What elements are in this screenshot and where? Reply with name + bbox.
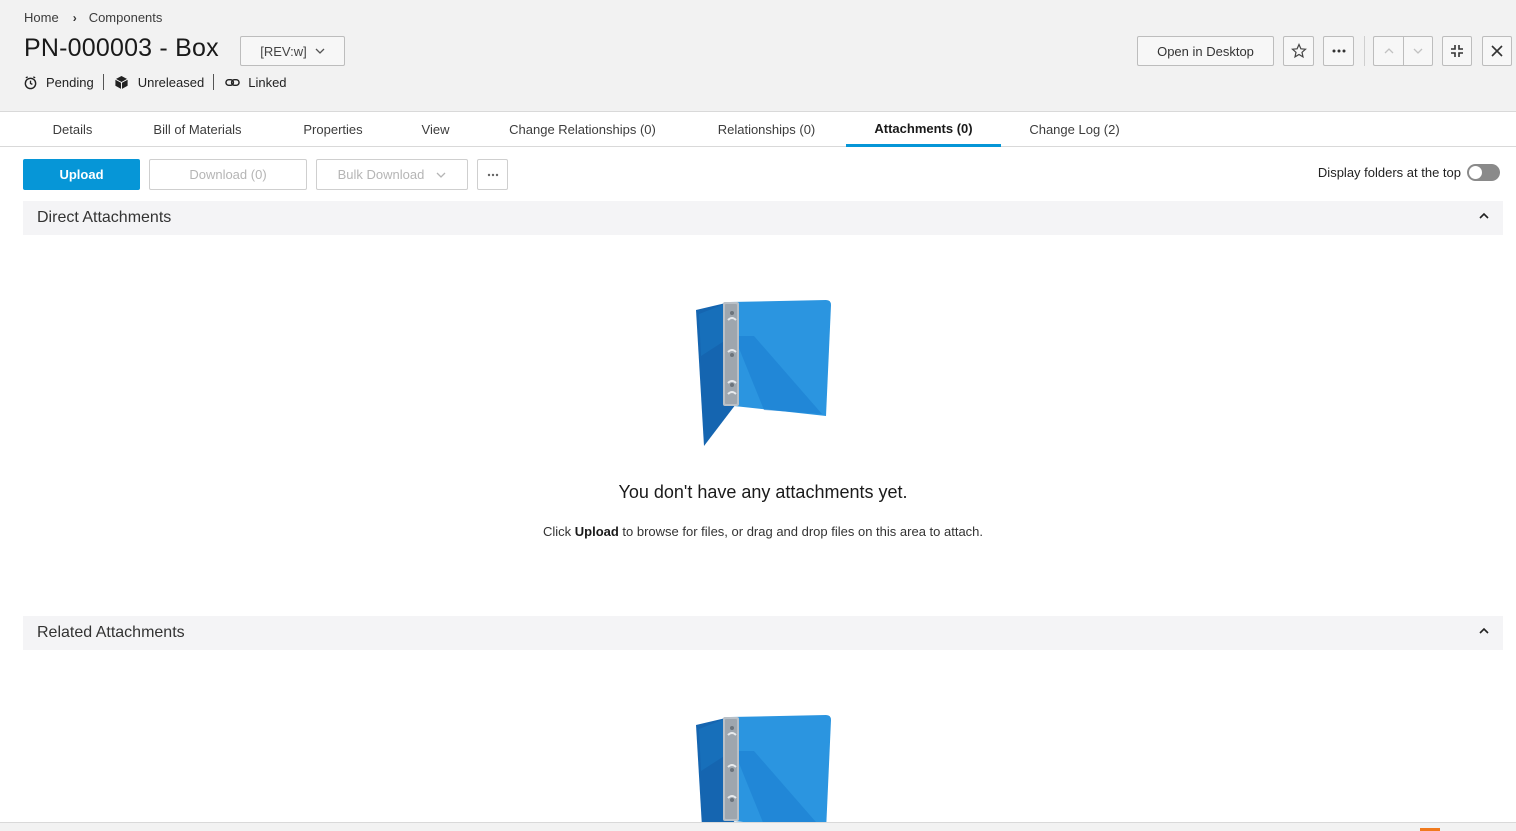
empty-state-description: Click Upload to browse for files, or dra…: [0, 524, 1516, 539]
section-title: Related Attachments: [37, 624, 185, 641]
chevron-up-icon: [1479, 212, 1489, 219]
status-label: Unreleased: [137, 74, 205, 90]
toggle-knob: [1469, 166, 1482, 179]
tab-bar: Details Bill of Materials Properties Vie…: [0, 112, 1516, 147]
tab-bill-of-materials[interactable]: Bill of Materials: [131, 112, 264, 147]
page-title: PN-000003 - Box: [24, 34, 219, 62]
previous-item-button[interactable]: [1373, 36, 1403, 66]
item-header: Home › Components PN-000003 - Box [REV:w…: [0, 0, 1516, 112]
status-pending: Pending: [22, 74, 103, 90]
tab-details[interactable]: Details: [22, 112, 123, 147]
status-label: Pending: [46, 74, 94, 90]
tab-relationships[interactable]: Relationships (0): [697, 112, 836, 147]
revision-select[interactable]: [REV:w]: [240, 36, 345, 66]
bottom-bar: [0, 822, 1516, 831]
status-row: Pending Unreleased Linked: [22, 74, 296, 90]
collapse-icon: [1451, 45, 1463, 57]
tab-properties[interactable]: Properties: [283, 112, 383, 147]
more-horizontal-icon: [487, 173, 498, 176]
section-title: Direct Attachments: [37, 209, 172, 226]
related-attachments-header[interactable]: Related Attachments: [23, 616, 1503, 650]
minimize-button[interactable]: [1442, 36, 1472, 66]
empty-desc-upload: Upload: [574, 524, 619, 539]
display-folders-toggle[interactable]: [1467, 164, 1500, 181]
display-folders-toggle-row: Display folders at the top: [1318, 164, 1500, 181]
display-folders-label: Display folders at the top: [1317, 165, 1461, 180]
chevron-right-icon: ›: [72, 10, 77, 25]
breadcrumb-home[interactable]: Home: [24, 10, 59, 25]
status-linked: Linked: [213, 74, 295, 90]
breadcrumb-components[interactable]: Components: [89, 10, 163, 25]
more-actions-button[interactable]: [1323, 36, 1354, 66]
star-icon: [1290, 43, 1307, 59]
binder-illustration: [696, 715, 831, 831]
status-label: Linked: [248, 74, 287, 90]
binder-illustration: [696, 300, 831, 446]
tab-attachments[interactable]: Attachments (0): [846, 112, 1001, 147]
more-options-button[interactable]: [477, 159, 508, 190]
download-button[interactable]: Download (0): [149, 159, 307, 190]
tab-change-log[interactable]: Change Log (2): [1015, 112, 1134, 147]
bulk-download-button[interactable]: Bulk Download: [316, 159, 468, 190]
close-icon: [1491, 45, 1503, 57]
chevron-down-icon: [315, 48, 325, 54]
next-item-button[interactable]: [1403, 36, 1433, 66]
cube-icon: [114, 74, 130, 90]
close-button[interactable]: [1482, 36, 1512, 66]
chevron-down-icon: [436, 172, 446, 178]
divider: [1364, 36, 1365, 66]
chevron-up-icon: [1479, 627, 1489, 634]
clock-icon: [22, 74, 38, 90]
bulk-download-label: Bulk Download: [337, 167, 425, 182]
chevron-down-icon: [1413, 48, 1423, 54]
empty-desc-prefix: Click: [542, 524, 575, 539]
open-in-desktop-button[interactable]: Open in Desktop: [1137, 36, 1274, 66]
breadcrumb: Home › Components: [24, 10, 162, 25]
status-unreleased: Unreleased: [102, 74, 214, 90]
upload-button[interactable]: Upload: [23, 159, 140, 190]
tab-view[interactable]: View: [400, 112, 471, 147]
tab-change-relationships[interactable]: Change Relationships (0): [490, 112, 675, 147]
revision-value: [REV:w]: [260, 43, 307, 59]
more-horizontal-icon: [1332, 49, 1345, 53]
link-icon: [224, 74, 240, 90]
empty-desc-suffix: to browse for files, or drag and drop fi…: [618, 524, 984, 539]
chevron-up-icon: [1384, 48, 1393, 54]
direct-attachments-header[interactable]: Direct Attachments: [23, 201, 1503, 235]
empty-state-title: You don't have any attachments yet.: [618, 482, 908, 502]
favorite-button[interactable]: [1283, 36, 1314, 66]
